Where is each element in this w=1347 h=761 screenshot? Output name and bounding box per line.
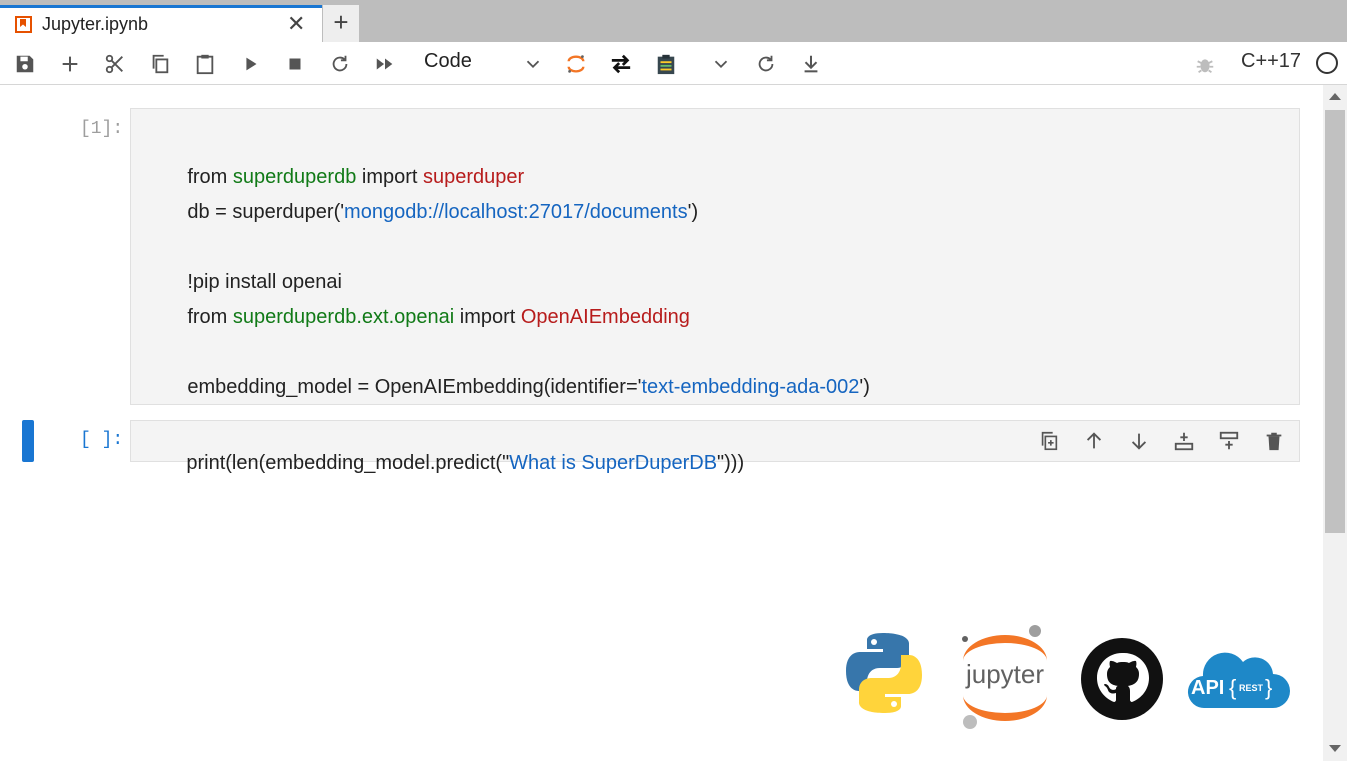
close-tab-icon[interactable]: ✕ [287,12,305,36]
code-cell-active[interactable]: print(len(embedding_model.predict("What … [130,420,1300,474]
api-logo-text: API [1191,677,1224,699]
brace-right-glyph: } [1265,675,1272,700]
jupyter-logo-icon: jupyter [962,625,1047,729]
run-all-icon[interactable] [372,51,398,77]
delete-icon[interactable] [1261,428,1287,454]
switch-icon[interactable] [608,51,634,77]
vertical-scrollbar[interactable] [1323,85,1347,761]
save-icon[interactable] [12,51,38,77]
chevron-down-icon[interactable] [520,51,546,77]
notebook-toolbar: Code C++17 [0,42,1347,85]
cell-prompt: [ ]: [80,430,124,450]
kernel-name[interactable]: C++17 [1241,50,1301,73]
paste-icon[interactable] [192,51,218,77]
active-cell-indicator [22,420,34,462]
clipboard-icon[interactable] [653,51,679,77]
copy-icon[interactable] [147,51,173,77]
code-token: ') [687,201,699,223]
code-token: "))) [717,452,745,474]
notebook-tab[interactable]: Jupyter.ipynb ✕ [0,5,322,42]
bug-icon[interactable] [1192,51,1218,77]
code-token: text-embedding-ada-002 [641,376,860,398]
code-line: from superduperdb.ext.openai import Open… [154,283,690,352]
api-rest-logo-icon: API { REST } [1187,652,1290,709]
code-token: What is SuperDuperDB [509,452,718,474]
code-token: embedding_model = OpenAIEmbedding(identi… [187,376,642,398]
run-icon[interactable] [238,51,264,77]
refresh-icon[interactable] [753,51,779,77]
cut-icon[interactable] [102,51,128,77]
code-token: superduperdb.ext.openai [232,306,455,328]
code-token: db = superduper(' [187,201,345,223]
code-line: db = superduper('mongodb://localhost:270… [154,178,698,247]
cell-type-select[interactable]: Code [424,50,472,73]
tab-bar: Jupyter.ipynb ✕ + [0,0,1347,42]
move-down-icon[interactable] [1126,428,1152,454]
dropdown-chevron-icon[interactable] [708,51,734,77]
brace-left-glyph: { [1229,675,1236,700]
stop-icon[interactable] [282,51,308,77]
scroll-thumb[interactable] [1325,110,1345,533]
jupyter-icon[interactable] [563,51,589,77]
insert-above-icon[interactable] [1216,428,1242,454]
restart-icon[interactable] [327,51,353,77]
github-logo-icon [1081,638,1163,720]
move-up-icon[interactable] [1081,428,1107,454]
python-logo-icon [846,633,922,713]
kernel-status-icon [1316,52,1338,74]
code-token: OpenAIEmbedding [520,306,690,328]
notebook-icon [15,16,32,33]
insert-below-icon[interactable] [1171,428,1197,454]
code-line: embedding_model = OpenAIEmbedding(identi… [154,353,870,422]
tab-title: Jupyter.ipynb [42,14,149,34]
duplicate-icon[interactable] [1036,428,1062,454]
notebook-panel: [1]: from superduperdb import superduper… [0,85,1323,761]
code-token: print(len(embedding_model.predict(" [186,452,510,474]
code-token: mongodb://localhost:27017/documents [344,201,688,223]
scroll-up-arrow-icon[interactable] [1329,93,1341,100]
jupyter-logo-text: jupyter [965,659,1044,689]
code-token: ') [859,376,870,398]
code-token: import [454,306,521,328]
new-tab-button[interactable]: + [323,5,359,42]
code-token: from [187,306,233,328]
scroll-down-arrow-icon[interactable] [1329,745,1341,752]
code-line: print(len(embedding_model.predict("What … [153,429,744,498]
download-icon[interactable] [798,51,824,77]
code-cell[interactable]: from superduperdb import superduper db =… [130,108,1300,405]
cell-prompt: [1]: [80,119,124,139]
rest-logo-text: REST [1239,683,1264,693]
add-cell-icon[interactable] [57,51,83,77]
